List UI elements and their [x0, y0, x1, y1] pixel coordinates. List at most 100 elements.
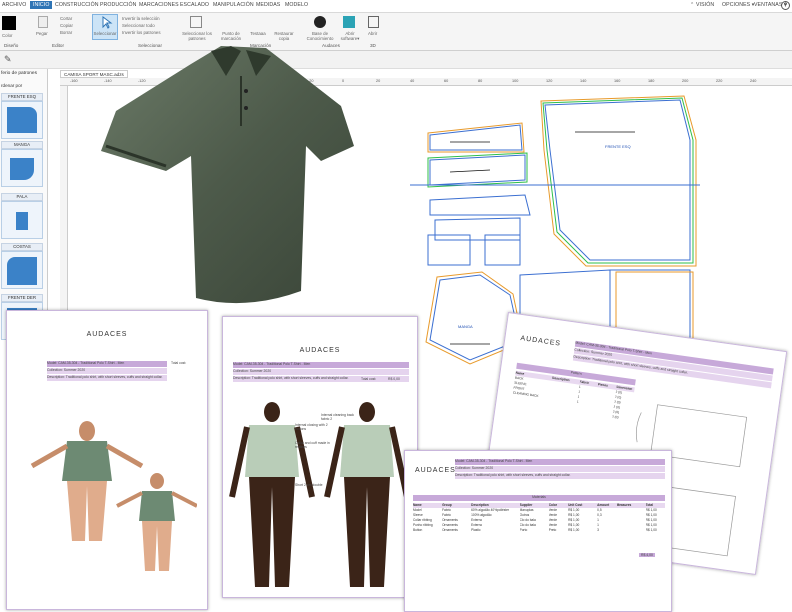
- total-cost-value: R$ 0,00: [388, 377, 400, 381]
- field-row: Description: Traditional polo shirt, wit…: [455, 473, 665, 479]
- pattern-library-panel: ferio de patrones rdenar por FRENTE ESQ …: [0, 69, 48, 340]
- table-cell: 3: [597, 528, 599, 532]
- table-row: Button Ornaments Plastic Porto Preto R$ 1,00 3…: [413, 528, 665, 533]
- group-editor: Editor: [52, 43, 65, 48]
- note-closing: Internal closing with 2 buttons: [295, 423, 328, 431]
- tab-archivo[interactable]: ARCHIVO: [2, 2, 26, 8]
- options-menu[interactable]: OPCIONES ▾: [722, 2, 754, 8]
- patterns-icon: [190, 16, 202, 28]
- copy-button[interactable]: Copiar: [60, 23, 73, 28]
- field-row: Model: CAM-35-304 - Traditional Polo T-S…: [47, 361, 167, 367]
- panel-title: ferio de patrones: [1, 71, 38, 76]
- field-row: Collection: Summer 2020: [233, 369, 409, 375]
- panel-item-costas[interactable]: [1, 251, 43, 289]
- materials-table: Name Group Description Supplier Color Unit Co…: [413, 503, 665, 533]
- ruler-tick: 80: [478, 79, 483, 83]
- table-cell: [617, 528, 646, 533]
- brand-logo: AUDACES: [86, 331, 128, 338]
- field-row: Description: Traditional polo shirt, wit…: [47, 375, 167, 381]
- table-cell: R$ 1,00: [645, 528, 657, 532]
- ruler-tick: 60: [444, 79, 449, 83]
- total-cost-label: Total cost:: [171, 361, 187, 365]
- panel-item-label: FRENTE ESQ: [1, 93, 43, 101]
- panel-item-pala[interactable]: [1, 201, 43, 239]
- tech-sheet-2: AUDACES Model: CAM-35-304 - Traditional …: [222, 316, 418, 598]
- 3d-icon: [368, 16, 379, 28]
- note-collar: Collar and cuff made in rettlines: [295, 441, 330, 449]
- tab-produccion[interactable]: PRODUCCIÓN: [100, 2, 136, 8]
- cut-button[interactable]: Cortar: [60, 16, 72, 21]
- ruler-tick: 160: [614, 79, 621, 83]
- ruler-tick: 200: [682, 79, 689, 83]
- ruler-tick: 40: [410, 79, 415, 83]
- table-cell: Plastic: [471, 528, 481, 532]
- shirt-3d-render: [101, 46, 354, 304]
- invert-selection[interactable]: Invertir la selección: [122, 16, 160, 21]
- group-diseno: Diseño: [4, 43, 19, 48]
- help-icon[interactable]: ?: [781, 1, 790, 10]
- tab-modelo[interactable]: MODELO: [285, 2, 308, 8]
- tab-manipulacion[interactable]: MANIPULACIÓN: [213, 2, 254, 8]
- panel-item-label: FRENTE DER: [1, 294, 43, 302]
- ruler-tick: 180: [648, 79, 655, 83]
- sheet1-fields: Model: CAM-35-304 - Traditional Polo T-S…: [47, 361, 167, 382]
- tab-marcaciones[interactable]: MARCACIONES: [139, 2, 179, 8]
- paste-button[interactable]: Pegar: [36, 31, 48, 36]
- sort-dropdown[interactable]: rdenar por: [1, 83, 22, 88]
- panel-item-label: COSTAS: [1, 243, 43, 251]
- total-cost-label: Total cost:: [361, 377, 377, 381]
- tab-construccion[interactable]: CONSTRUCCIÓN: [55, 2, 99, 8]
- field-row: Model: CAM-35-304 - Traditional Polo T-S…: [233, 362, 409, 368]
- tab-escalado[interactable]: ESCALADO: [180, 2, 209, 8]
- pattern-label-manga: MANGA: [458, 324, 473, 329]
- open-3d-button[interactable]: Abrir: [368, 31, 377, 36]
- tech-sheet-materials: AUDACES Model: CAM-35-304 - Traditional …: [404, 450, 672, 612]
- panel-item-label: MANGA: [1, 141, 43, 149]
- group-3d: 3D: [370, 43, 376, 48]
- brand-logo: AUDACES: [415, 467, 456, 474]
- brand-logo: AUDACES: [519, 335, 562, 348]
- avatar-figures: [30, 421, 197, 571]
- table-cell: Preto: [548, 528, 557, 532]
- materials-title: Materials: [413, 495, 665, 501]
- ruler-tick: -160: [70, 79, 78, 83]
- note-short: Short 2 cm double: [295, 483, 323, 487]
- cursor-icon: [102, 16, 113, 29]
- note-cleaning: Internal cleaning back fabric 2: [321, 413, 354, 421]
- table-cell: Ornaments: [442, 528, 458, 532]
- table-cell: Porto: [519, 528, 528, 532]
- ruler-tick: 140: [580, 79, 587, 83]
- ruler-tick: 240: [750, 79, 757, 83]
- table-cell: Button: [413, 528, 423, 532]
- panel-item-label: PALA: [1, 193, 43, 201]
- field-row: Collection: Summer 2020: [455, 466, 665, 472]
- ruler-tick: 100: [512, 79, 519, 83]
- sheet2-fields: Model: CAM-35-304 - Traditional Polo T-S…: [233, 362, 409, 383]
- pattern-label-frente: FRENTE ESQ: [605, 144, 631, 149]
- color-swatch[interactable]: [2, 16, 16, 30]
- delete-button[interactable]: Borrar: [60, 30, 72, 35]
- brand-logo: AUDACES: [299, 347, 341, 354]
- table-cell: R$ 1,00: [568, 528, 580, 532]
- ruler-tick: 220: [716, 79, 723, 83]
- panel-item-manga[interactable]: [1, 149, 43, 187]
- field-row: Collection: Summer 2020: [47, 368, 167, 374]
- menu-bar: ARCHIVO INICIO CONSTRUCCIÓN PRODUCCIÓN M…: [0, 0, 792, 13]
- knowledge-base-icon: [314, 16, 326, 28]
- vertical-ruler: [60, 86, 68, 340]
- ruler-tick: 20: [376, 79, 381, 83]
- tech-sheet-1: AUDACES Model: CAM-35-304 - Traditional …: [6, 310, 208, 610]
- color-label: Color: [2, 33, 13, 38]
- paste-icon: [38, 16, 48, 28]
- select-all[interactable]: Seleccionar todo: [122, 23, 155, 28]
- open-software-icon: [343, 16, 355, 28]
- vision-menu[interactable]: ⌃ VISIÓN: [690, 2, 714, 8]
- tab-inicio[interactable]: INICIO: [30, 1, 53, 9]
- panel-item-frente-esq[interactable]: [1, 101, 43, 139]
- ruler-tick: 120: [546, 79, 553, 83]
- sheet3-fields: Model: CAM-35-304 - Traditional Polo T-S…: [455, 459, 665, 480]
- tab-medidas[interactable]: MEDIDAS: [256, 2, 280, 8]
- invert-patterns[interactable]: Invertir los patrones: [122, 30, 161, 35]
- field-row: Description: Traditional polo shirt, wit…: [233, 376, 409, 382]
- pin-icon[interactable]: ✎: [4, 54, 12, 65]
